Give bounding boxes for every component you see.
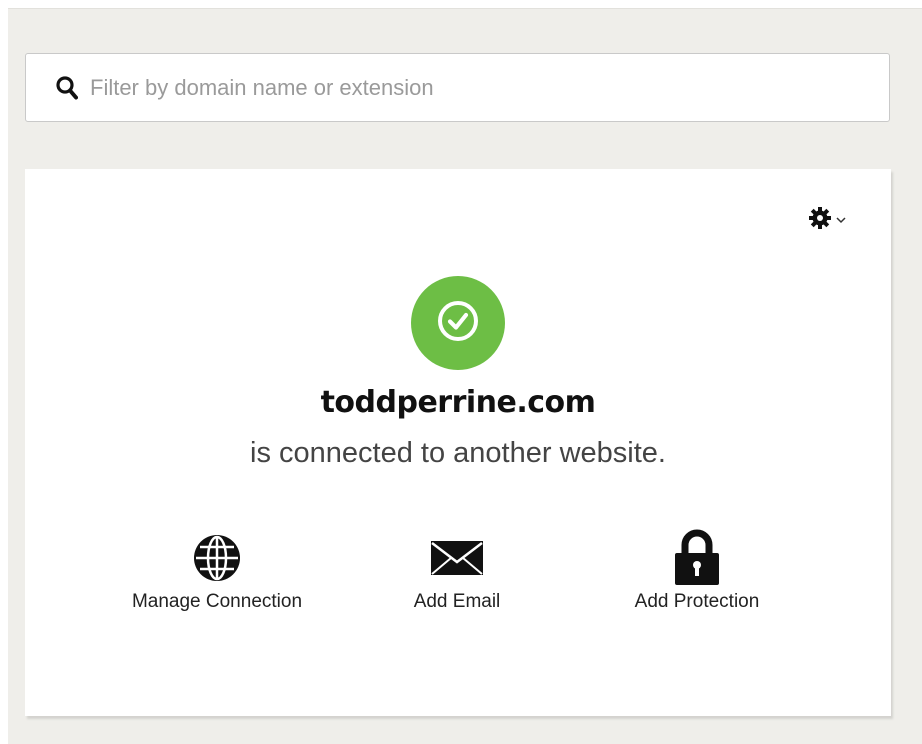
add-email-label: Add Email [413, 591, 501, 612]
settings-menu-button[interactable] [808, 206, 858, 235]
add-protection-label: Add Protection [634, 591, 760, 612]
search-icon [56, 75, 78, 99]
globe-icon [191, 529, 243, 587]
chevron-down-icon [836, 211, 846, 229]
lock-icon [672, 529, 722, 587]
add-protection-button[interactable]: Add Protection [587, 529, 807, 619]
domain-name: toddperrine.com [320, 385, 596, 420]
add-email-button[interactable]: Add Email [347, 529, 567, 619]
check-circle-icon [435, 298, 481, 349]
search-input[interactable] [88, 66, 852, 109]
status-indicator [411, 276, 505, 370]
manage-connection-label: Manage Connection [131, 591, 303, 612]
gear-icon [808, 206, 832, 235]
search-field[interactable] [25, 53, 890, 122]
envelope-icon [430, 529, 484, 587]
domain-card: toddperrine.com is connected to another … [25, 169, 891, 716]
connection-status-text: is connected to another website. [250, 437, 666, 469]
manage-connection-button[interactable]: Manage Connection [107, 529, 327, 619]
